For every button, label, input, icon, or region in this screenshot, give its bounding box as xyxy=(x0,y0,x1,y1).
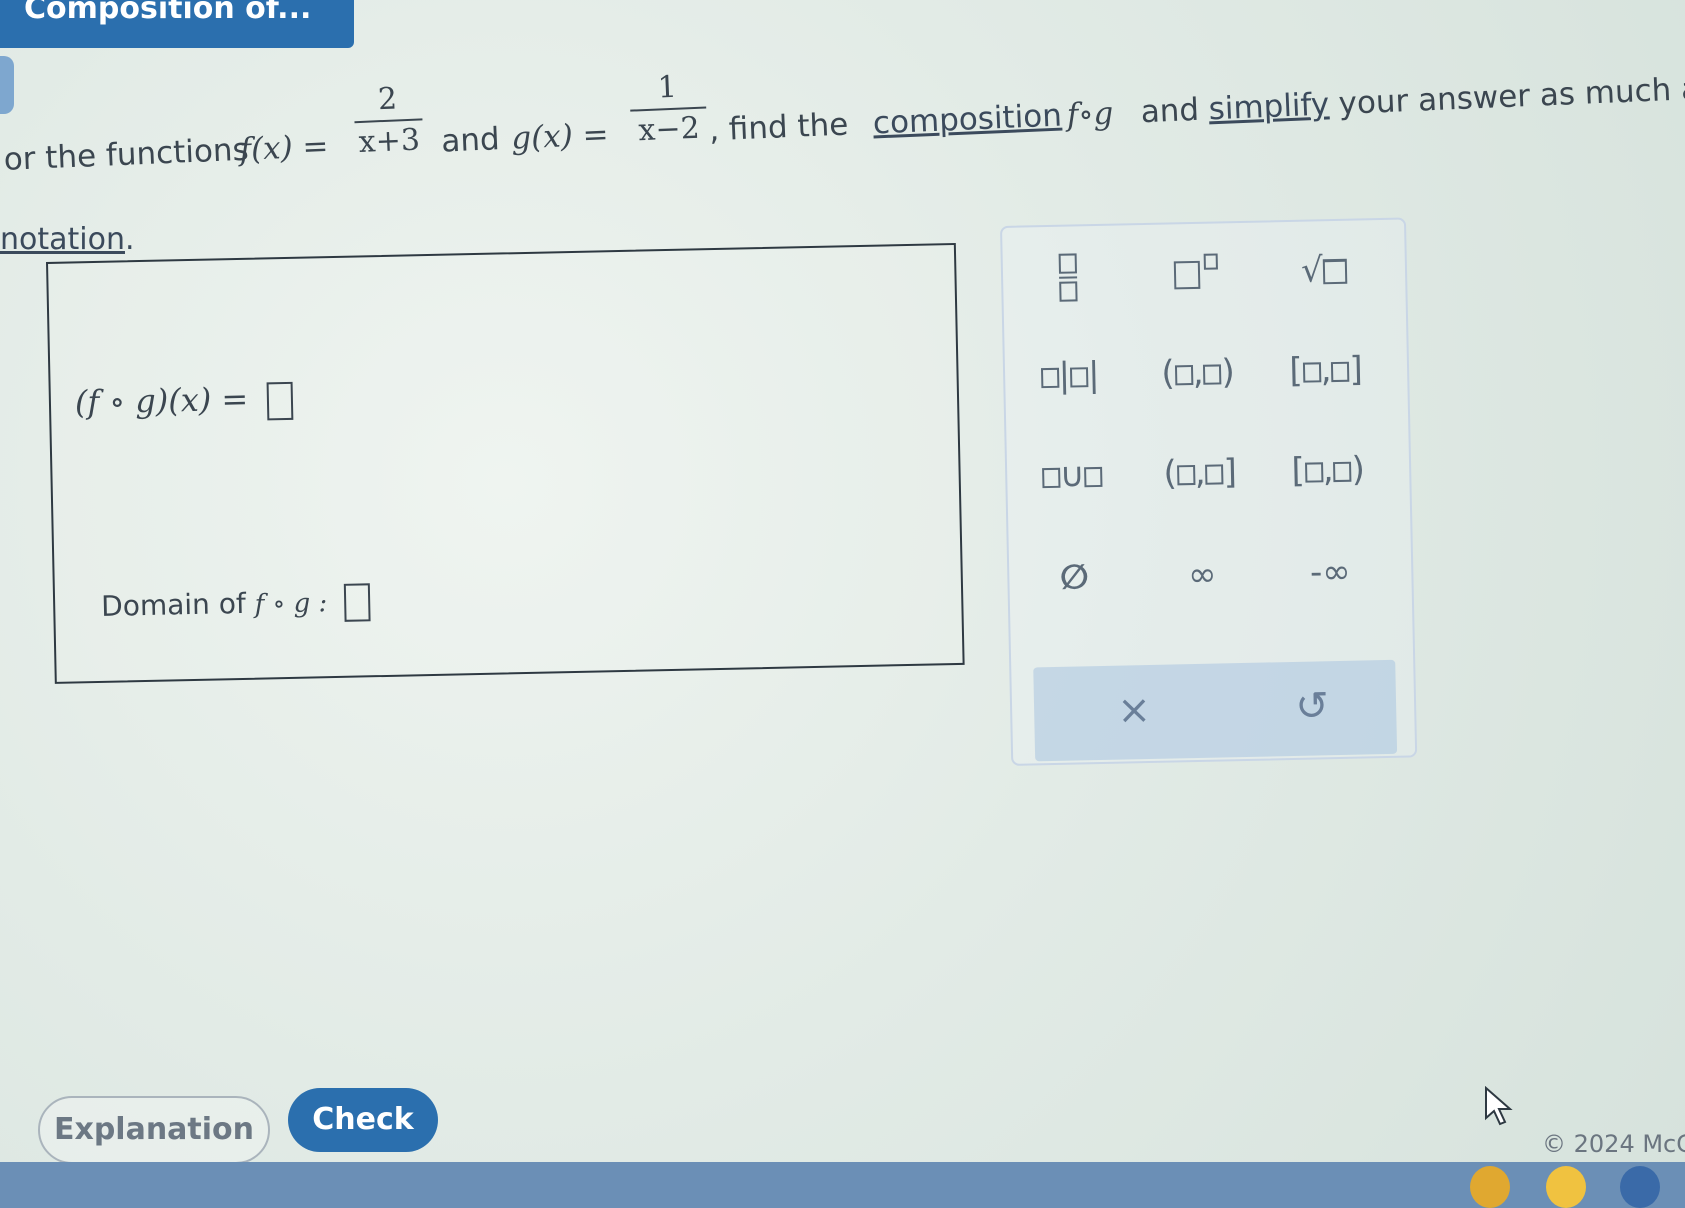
fog-inline: f∘g xyxy=(1066,95,1115,134)
infinity-key[interactable]: ∞ xyxy=(1147,539,1258,611)
domain-fog-label: f ∘ g : xyxy=(254,588,328,620)
question-find: , find the xyxy=(708,106,850,149)
union-symbol: ∪ xyxy=(1059,455,1086,496)
taskbar-app-icon-3[interactable] xyxy=(1620,1166,1660,1208)
empty-set-key[interactable]: ∅ xyxy=(1019,541,1130,613)
composition-link[interactable]: composition xyxy=(872,98,1062,142)
g-numerator: 1 xyxy=(657,69,678,106)
conditional-bar: | xyxy=(1058,355,1071,396)
mouse-cursor-icon xyxy=(1485,1086,1513,1126)
fog-answer-row: (f ∘ g)(x) = xyxy=(75,379,293,424)
taskbar xyxy=(0,1162,1685,1208)
superscript-key[interactable] xyxy=(1140,237,1251,309)
closed-interval-key[interactable]: [,] xyxy=(1270,334,1381,406)
page-title: Composition of... xyxy=(24,0,312,26)
notation-link[interactable]: notation xyxy=(0,222,125,257)
clear-icon[interactable]: × xyxy=(1073,674,1194,746)
copyright-text: © 2024 McG xyxy=(1542,1130,1685,1158)
open-interval-key[interactable]: (,) xyxy=(1142,337,1253,409)
domain-answer-row: Domain of f ∘ g : xyxy=(101,583,371,627)
sqrt-key[interactable]: √ xyxy=(1268,234,1379,306)
question-and-1: and xyxy=(440,121,501,160)
sqrt-symbol: √ xyxy=(1300,250,1324,291)
question-prefix: or the functions xyxy=(3,131,250,178)
conditional-key[interactable]: | | xyxy=(1014,339,1125,411)
g-fraction: 1 x−2 xyxy=(629,68,708,149)
fraction-key[interactable] xyxy=(1012,239,1123,311)
open-closed-interval-key[interactable]: (,] xyxy=(1144,437,1255,509)
negative-infinity-key[interactable]: -∞ xyxy=(1275,536,1386,608)
notation-period: . xyxy=(124,222,135,257)
page-title-bar: Composition of... xyxy=(0,0,354,48)
g-definition-label: g(x) = xyxy=(510,116,610,157)
simplify-link[interactable]: simplify xyxy=(1208,86,1330,127)
explanation-button[interactable]: Explanation xyxy=(38,1096,270,1164)
answer-box: (f ∘ g)(x) = Domain of f ∘ g : xyxy=(46,242,965,684)
g-denominator: x−2 xyxy=(637,110,701,149)
union-key[interactable]: ∪ xyxy=(1017,439,1128,511)
taskbar-app-icon-2[interactable] xyxy=(1546,1166,1586,1208)
page: Composition of... or the functions f(x) … xyxy=(0,0,1685,1208)
domain-label: Domain of xyxy=(100,586,247,623)
f-definition-label: f(x) = xyxy=(238,128,330,169)
f-fraction: 2 x+3 xyxy=(353,80,424,161)
domain-answer-input[interactable] xyxy=(343,583,371,622)
math-keypad: √ | | (,) [,] ∪ (,] [,) ∅ ∞ -∞ × ↺ xyxy=(1000,217,1418,766)
notation-line: notation. xyxy=(0,222,135,257)
taskbar-app-icon[interactable] xyxy=(1470,1166,1510,1208)
question-and-2: and xyxy=(1140,91,1200,131)
closed-open-interval-key[interactable]: [,) xyxy=(1272,434,1383,506)
question-rest: your answer as much a xyxy=(1337,70,1685,122)
fog-answer-input[interactable] xyxy=(266,381,293,420)
f-denominator: x+3 xyxy=(358,122,421,161)
fog-answer-label: (f ∘ g)(x) = xyxy=(74,379,249,422)
undo-icon[interactable]: ↺ xyxy=(1251,670,1372,742)
f-numerator: 2 xyxy=(377,81,398,118)
check-button[interactable]: Check xyxy=(288,1088,438,1152)
